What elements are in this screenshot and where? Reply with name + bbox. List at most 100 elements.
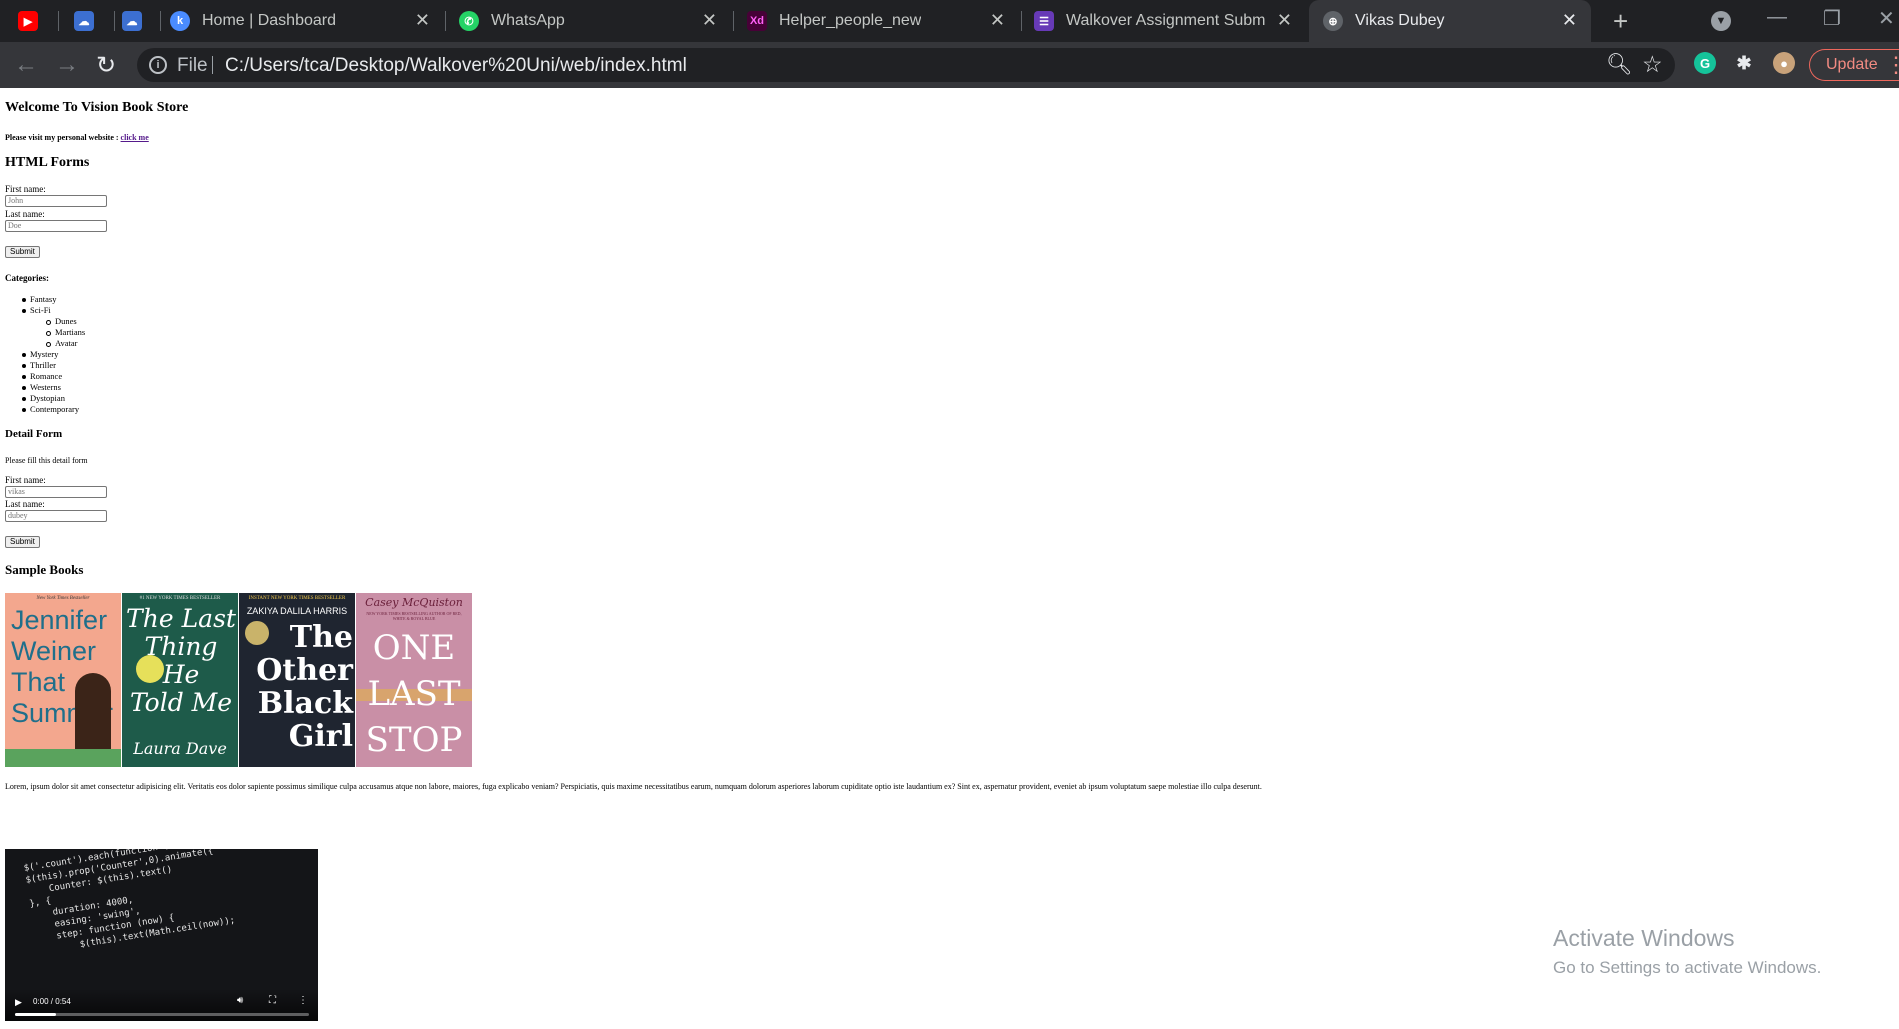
book-tagline: NEW YORK TIMES BESTSELLING AUTHOR OF RED…: [366, 611, 462, 621]
play-icon[interactable]: ▶: [15, 997, 22, 1008]
category-subitem: Martians: [5, 327, 85, 338]
tab-separator: [445, 11, 446, 31]
adobe-xd-icon: Xd: [747, 11, 767, 31]
bookmark-star-icon[interactable]: ☆: [1642, 51, 1663, 78]
tab-vikas-dubey-active[interactable]: ⊕ Vikas Dubey ✕: [1309, 0, 1591, 42]
watermark-subtitle: Go to Settings to activate Windows.: [1553, 958, 1822, 977]
personal-website-link[interactable]: click me: [121, 133, 149, 142]
category-item: Sci-Fi: [5, 305, 85, 316]
k-logo-icon: k: [170, 11, 190, 31]
video-controls: ▶ 0:00 / 0:54 🔊︎ ⛶ ⋮: [5, 989, 318, 1021]
close-tab-icon[interactable]: ✕: [990, 10, 1005, 31]
browser-tab-strip: ▶ ☁ ☁ k Home | Dashboard ✕ ✆ WhatsApp ✕ …: [0, 0, 1899, 42]
tab-separator: [114, 11, 115, 31]
detail-last-name-label: Last name:: [5, 499, 45, 509]
close-tab-icon[interactable]: ✕: [1562, 10, 1577, 31]
more-options-icon[interactable]: ⋮: [298, 995, 308, 1006]
new-tab-plus-icon[interactable]: +: [1613, 6, 1628, 37]
book-cover-one-last-stop[interactable]: Casey McQuiston NEW YORK TIMES BESTSELLI…: [356, 593, 472, 767]
video-progress-bar[interactable]: [15, 1013, 309, 1016]
close-window-icon[interactable]: ✕: [1878, 6, 1895, 31]
detail-last-name-field[interactable]: dubey: [5, 510, 107, 522]
video-progress-fill: [15, 1013, 57, 1016]
back-arrow-icon[interactable]: ←: [14, 51, 38, 79]
visit-text: Please visit my personal website :: [5, 133, 121, 142]
detail-first-name-label: First name:: [5, 475, 46, 485]
submit-button[interactable]: Submit: [5, 246, 40, 258]
category-item: Fantasy: [5, 294, 85, 305]
categories-list: Fantasy Sci-Fi Dunes Martians Avatar Mystery T…: [5, 294, 85, 415]
lorem-paragraph: Lorem, ipsum dolor sit amet consectetur …: [5, 782, 1262, 791]
youtube-icon: ▶: [18, 11, 38, 31]
sample-books-heading: Sample Books: [5, 562, 84, 577]
tab-youtube[interactable]: ▶: [18, 0, 48, 42]
grammarly-icon[interactable]: G: [1694, 52, 1716, 74]
page-title: Welcome To Vision Book Store: [5, 100, 189, 115]
first-name-field[interactable]: John: [5, 195, 107, 207]
volume-icon[interactable]: 🔊︎: [237, 995, 243, 1006]
watermark-title: Activate Windows: [1553, 925, 1735, 951]
book-author: Casey McQuiston: [365, 596, 463, 609]
tab-whatsapp[interactable]: ✆ WhatsApp ✕: [459, 0, 731, 42]
close-tab-icon[interactable]: ✕: [415, 10, 430, 31]
browser-toolbar: ← → ↻ i File C:/Users/tca/Desktop/Walkov…: [0, 42, 1899, 88]
book-author: ZAKIYA DALILA HARRIS: [246, 606, 348, 616]
globe-icon: ⊕: [1323, 11, 1343, 31]
category-item: Westerns: [5, 382, 85, 393]
video-player[interactable]: $('.count').each(function () { $(this).p…: [5, 849, 318, 1021]
category-subitem: Avatar: [5, 338, 85, 349]
tab-home-dashboard[interactable]: k Home | Dashboard ✕: [170, 0, 444, 42]
tab-title: Helper_people_new: [779, 12, 922, 29]
tab-cloud-app-1[interactable]: ☁: [74, 0, 104, 42]
video-frame-code: $('.count').each(function () { $(this).p…: [23, 849, 236, 951]
tab-search-icon[interactable]: ▼: [1711, 11, 1731, 31]
detail-submit-button[interactable]: Submit: [5, 536, 40, 548]
detail-first-name-field[interactable]: vikas: [5, 486, 107, 498]
cloud-app-icon: ☁: [122, 11, 142, 31]
tab-separator: [1021, 11, 1022, 31]
reload-icon[interactable]: ↻: [96, 51, 116, 80]
zoom-icon[interactable]: 🔍︎: [1606, 53, 1633, 77]
grass: [5, 749, 121, 767]
category-item: Thriller: [5, 360, 85, 371]
info-icon[interactable]: i: [149, 56, 167, 74]
category-item: Dystopian: [5, 393, 85, 404]
book-cover-that-summer[interactable]: New York Times Bestseller Jennifer Weiner…: [5, 593, 121, 767]
tab-helper-people[interactable]: Xd Helper_people_new ✕: [747, 0, 1019, 42]
restore-icon[interactable]: ❐: [1823, 6, 1841, 31]
cloud-app-icon: ☁: [74, 11, 94, 31]
last-name-field[interactable]: Doe: [5, 220, 107, 232]
book-cover-other-black-girl[interactable]: INSTANT NEW YORK TIMES BESTSELLER ZAKIYA…: [239, 593, 355, 767]
close-tab-icon[interactable]: ✕: [1277, 10, 1292, 31]
tab-title: Walkover Assignment Submissi: [1066, 12, 1266, 29]
close-tab-icon[interactable]: ✕: [702, 10, 717, 31]
kebab-menu-icon[interactable]: ⋮: [1885, 52, 1899, 78]
video-time: 0:00 / 0:54: [33, 997, 71, 1006]
detail-form-heading: Detail Form: [5, 428, 63, 440]
woman-figure: [75, 673, 111, 753]
url-scheme: File: [177, 55, 208, 76]
book-cover-last-thing[interactable]: #1 NEW YORK TIMES BESTSELLER The Last Thi…: [122, 593, 238, 767]
puzzle-extensions-icon[interactable]: ✱: [1733, 52, 1755, 74]
tab-title: Vikas Dubey: [1355, 12, 1445, 29]
url-text[interactable]: C:/Users/tca/Desktop/Walkover%20Uni/web/…: [225, 55, 687, 77]
html-forms-heading: HTML Forms: [5, 155, 90, 170]
tab-separator: [160, 11, 161, 31]
minimize-icon[interactable]: —: [1767, 6, 1787, 29]
web-page: Welcome To Vision Book Store Please visi…: [0, 88, 1899, 1029]
tab-walkover-assignment[interactable]: ☰ Walkover Assignment Submissi ✕: [1034, 0, 1306, 42]
sticker-badge: [136, 655, 164, 683]
tab-separator: [58, 11, 59, 31]
forward-arrow-icon[interactable]: →: [55, 51, 79, 79]
book-tagline: INSTANT NEW YORK TIMES BESTSELLER: [248, 596, 346, 601]
category-subitem: Dunes: [5, 316, 85, 327]
tab-separator: [733, 11, 734, 31]
url-divider: [212, 56, 213, 74]
category-item: Mystery: [5, 349, 85, 360]
detail-form-description: Please fill this detail form: [5, 456, 88, 465]
profile-avatar-icon[interactable]: ●: [1773, 52, 1795, 74]
address-bar[interactable]: i File C:/Users/tca/Desktop/Walkover%20U…: [137, 48, 1675, 82]
fullscreen-icon[interactable]: ⛶: [269, 995, 276, 1006]
book-title: The Other Black Girl: [256, 620, 353, 754]
tab-cloud-app-2[interactable]: ☁: [122, 0, 152, 42]
